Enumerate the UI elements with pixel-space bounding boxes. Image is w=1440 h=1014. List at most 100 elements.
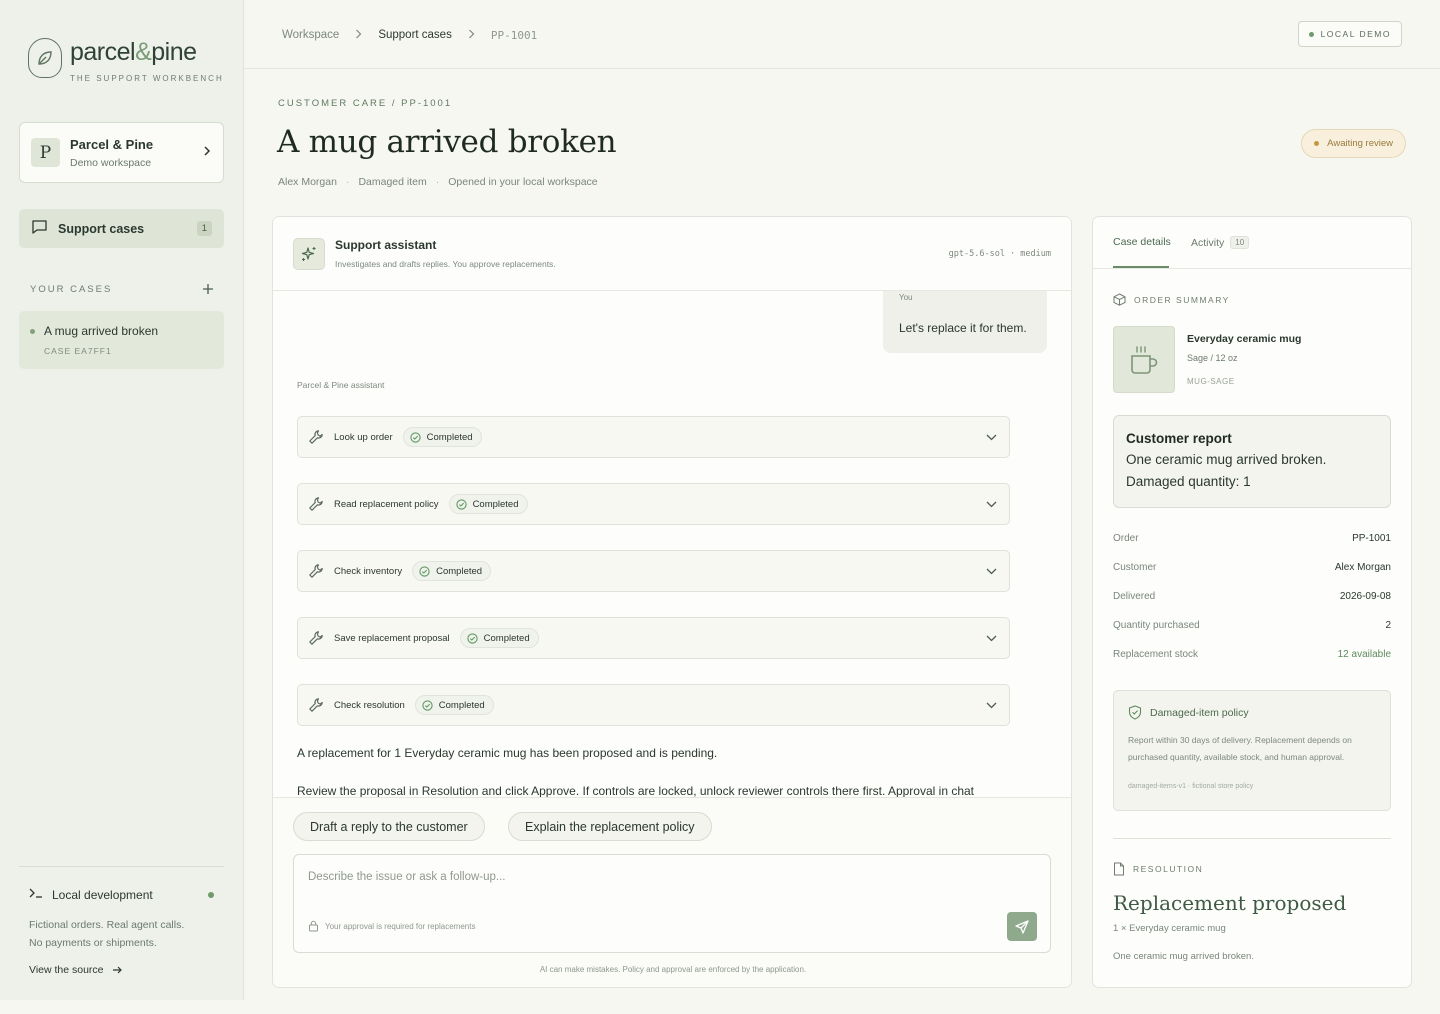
breadcrumb-workspace[interactable]: Workspace [282,29,339,41]
tool-call-check-inventory[interactable]: Check inventory Completed [297,550,1010,592]
brand-logo[interactable]: parcel&pine THE SUPPORT WORKBENCH [28,38,224,83]
send-icon [1015,919,1029,934]
check-circle-icon [419,565,430,577]
nav-support-cases-label: Support cases [58,221,145,236]
policy-meta: damaged-items-v1 · fictional store polic… [1128,783,1254,790]
assistant-reply-1: A replacement for 1 Everyday ceramic mug… [297,746,718,760]
approval-note: Your approval is required for replacemen… [308,920,475,932]
top-bar: Workspace Support cases PP-1001 LOCAL DE… [244,0,1440,69]
check-circle-icon [467,632,478,644]
chat-bubble-icon [31,219,48,238]
page-title: A mug arrived broken [277,124,617,160]
field-key: Quantity purchased [1113,620,1200,631]
local-demo-badge: LOCAL DEMO [1297,21,1402,47]
case-title: A mug arrived broken [44,324,159,338]
breadcrumb: Workspace Support cases PP-1001 [282,28,537,42]
tool-status-badge: Completed [412,561,492,581]
tool-status-label: Completed [436,565,483,577]
composer-area: Draft a reply to the customer Explain th… [273,797,1071,987]
customer-report: Customer report One ceramic mug arrived … [1113,415,1391,508]
terminal-icon [29,887,43,902]
local-dev-desc-2: No payments or shipments. [29,937,157,949]
arrow-right-icon [112,965,123,975]
check-circle-icon [422,699,433,711]
customer-report-line-1: One ceramic mug arrived broken. [1126,452,1327,467]
breadcrumb-support-cases[interactable]: Support cases [378,29,452,41]
field-key: Delivered [1113,591,1156,602]
field-value: PP-1001 [1352,533,1391,544]
local-dev-panel: Local development Fictional orders. Real… [19,866,224,976]
wrench-icon [308,496,326,512]
chevron-right-icon [202,144,212,162]
send-button[interactable] [1007,912,1037,941]
tool-call-check-resolution[interactable]: Check resolution Completed [297,684,1010,726]
brand-tagline: THE SUPPORT WORKBENCH [70,74,224,83]
case-list-item[interactable]: A mug arrived broken CASE EA7FF1 [19,311,224,369]
section-divider [1113,838,1391,839]
resolution-note: One ceramic mug arrived broken. [1113,951,1254,962]
chevron-right-icon [355,28,362,42]
sparkles-icon [293,237,325,270]
field-customer: Customer Alex Morgan [1113,562,1391,573]
workspace-name: Parcel & Pine [70,136,154,152]
field-delivered: Delivered 2026-09-08 [1113,591,1391,602]
local-demo-label: LOCAL DEMO [1320,29,1391,39]
case-status-dot [30,328,35,334]
field-key: Customer [1113,562,1157,573]
check-circle-icon [409,431,421,443]
tab-activity-count: 10 [1230,236,1250,249]
tool-status-label: Completed [483,632,530,644]
wrench-icon [308,630,326,646]
tool-call-look-up-order[interactable]: Look up order Completed [297,416,1010,458]
active-tab-indicator [1113,266,1169,268]
tool-call-read-replacement-policy[interactable]: Read replacement policy Completed [297,483,1010,525]
tool-name: Read replacement policy [334,498,439,510]
user-message: You Let's replace it for them. [883,291,1047,353]
details-tabs: Case details Activity 10 [1093,217,1411,269]
workspace-switcher[interactable]: P Parcel & Pine Demo workspace [19,122,224,183]
message-composer[interactable]: Describe the issue or ask a follow-up...… [293,854,1051,953]
message-input[interactable]: Describe the issue or ask a follow-up... [308,871,506,883]
field-value: 2026-09-08 [1339,591,1391,602]
chevron-right-icon [468,28,475,42]
product-variant: Sage / 12 oz [1187,353,1238,363]
status-badge: Awaiting review [1301,129,1406,158]
case-id: CASE EA7FF1 [44,346,112,356]
nav-support-cases[interactable]: Support cases 1 [19,209,224,248]
wrench-icon [308,697,326,713]
product-name: Everyday ceramic mug [1187,333,1302,345]
tab-case-details[interactable]: Case details [1113,236,1171,248]
tool-call-save-replacement-proposal[interactable]: Save replacement proposal Completed [297,617,1010,659]
user-message-text: Let's replace it for them. [899,321,1027,335]
field-key: Order [1113,533,1139,544]
case-type: Damaged item [358,176,427,188]
tab-activity[interactable]: Activity 10 [1191,236,1250,249]
tool-name: Look up order [334,431,393,443]
add-case-icon[interactable] [202,282,214,296]
your-cases-header: YOUR CASES [30,282,214,296]
suggestion-draft-reply[interactable]: Draft a reply to the customer [293,812,485,841]
product-sku: MUG-SAGE [1187,377,1235,386]
local-dev-desc-1: Fictional orders. Real agent calls. [29,919,185,931]
policy-description: Report within 30 days of delivery. Repla… [1128,735,1352,762]
assistant-message-author: Parcel & Pine assistant [297,380,385,390]
chat-panel: Support assistant Investigates and draft… [272,216,1072,988]
box-icon [1113,293,1126,306]
status-dot [1308,31,1314,37]
suggestion-explain-policy[interactable]: Explain the replacement policy [508,812,712,841]
chevron-down-icon [986,501,997,508]
chevron-down-icon [986,434,997,441]
your-cases-label: YOUR CASES [30,283,113,295]
tool-name: Save replacement proposal [334,632,450,644]
tool-name: Check inventory [334,565,403,577]
case-details-panel: Case details Activity 10 ORDER SUMMARY E… [1092,216,1412,988]
sidebar: parcel&pine THE SUPPORT WORKBENCH P Parc… [0,0,244,1000]
policy-title: Damaged-item policy [1150,706,1249,719]
field-replacement-stock: Replacement stock 12 available [1113,649,1391,660]
tool-status-badge: Completed [459,628,539,648]
ai-disclaimer: AI can make mistakes. Policy and approva… [539,965,807,974]
field-quantity-purchased: Quantity purchased 2 [1113,620,1391,631]
field-order: Order PP-1001 [1113,533,1391,544]
shield-check-icon [1128,705,1142,720]
view-source-link[interactable]: View the source [29,964,214,976]
